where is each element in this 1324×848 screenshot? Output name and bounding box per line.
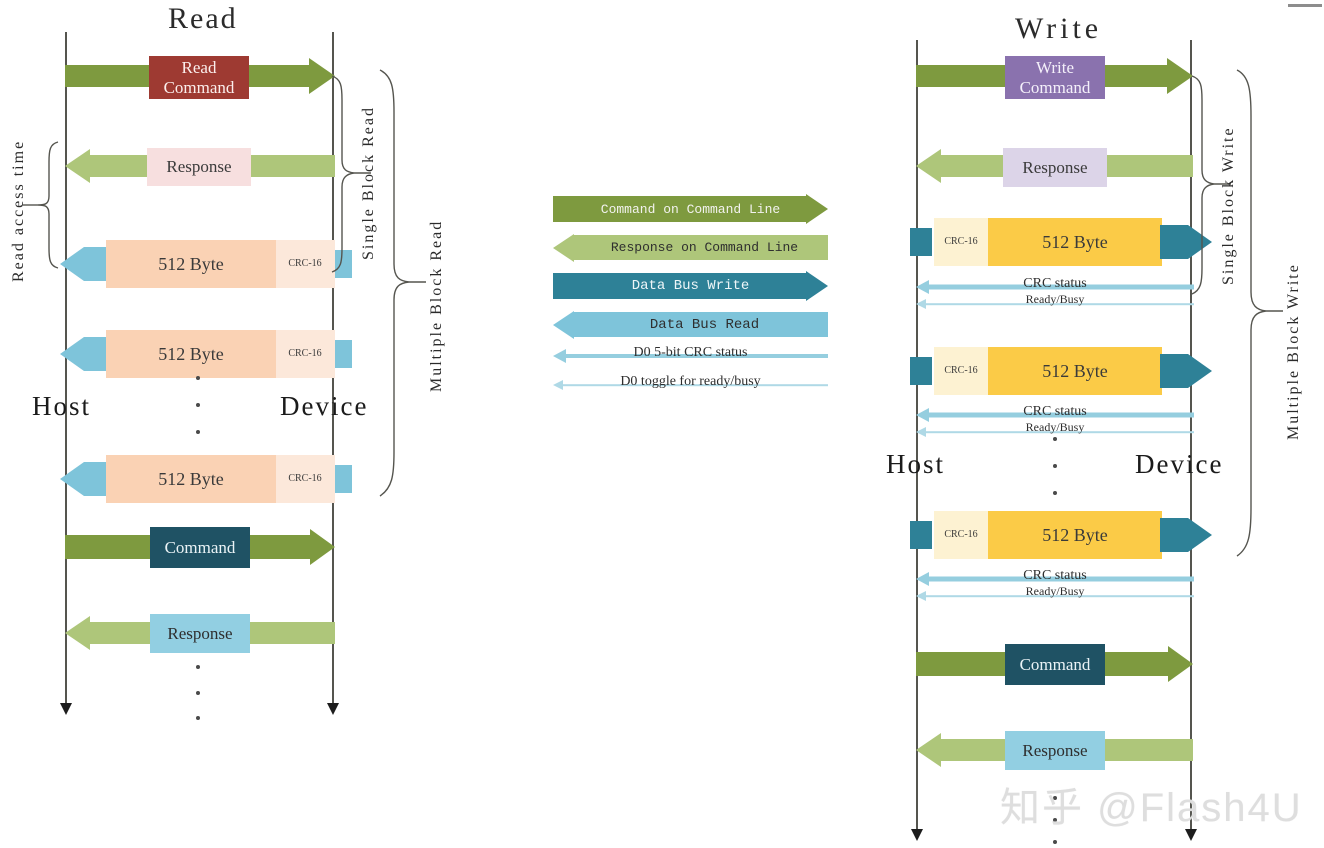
legend-item-d0-crc-status: D0 5-bit CRC status <box>553 345 828 364</box>
read-data-block-n-label: 512 Byte <box>158 468 224 489</box>
legend-label-d0-crc-status: D0 5-bit CRC status <box>633 345 748 360</box>
write-row-stop-command-label: Command <box>1005 644 1105 685</box>
read-data-block-1-crc-label: CRC-16 <box>288 258 322 270</box>
write-data-block-1-bus-tab <box>910 228 932 256</box>
read-data-block-2-label: 512 Byte <box>158 343 224 364</box>
read-row-read-command-label: Read Command <box>149 56 249 99</box>
read-data-block-1-arrow <box>60 247 110 281</box>
legend: Command on Command Line Response on Comm… <box>553 194 833 396</box>
write-row-data-block-n: CRC-16 512 Byte <box>910 511 1212 559</box>
legend-item-response-on-command-line: Response on Command Line <box>553 233 828 262</box>
read-row-response-1-label: Response <box>147 148 251 186</box>
write-data-block-n-crc-label: CRC-16 <box>944 529 978 541</box>
write-middle-ellipsis <box>1053 437 1057 495</box>
legend-item-data-bus-read: Data Bus Read <box>553 310 828 339</box>
read-section: Read Read Command Response CRC-16 512 By… <box>0 0 470 848</box>
write-section-title: Write <box>1015 12 1103 45</box>
write-row-data-block-2: CRC-16 512 Byte <box>910 347 1212 395</box>
read-data-block-1-label: 512 Byte <box>158 253 224 274</box>
legend-label-command-on-command-line: Command on Command Line <box>600 201 781 217</box>
read-data-block-n-bus-tab <box>335 465 352 493</box>
legend-item-d0-toggle-ready-busy: D0 toggle for ready/busy <box>553 374 828 392</box>
write-status-1-ready-busy-label: Ready/Busy <box>1025 292 1085 306</box>
single-block-read-label: Single Block Read <box>360 106 377 260</box>
write-section: Write Write Command Response CRC-16 512 … <box>860 0 1324 848</box>
write-status-1-crc-label: CRC status <box>1023 276 1087 291</box>
read-row-stop-command-label: Command <box>150 527 250 568</box>
legend-item-command-on-command-line: Command on Command Line <box>553 194 828 224</box>
multiple-block-write-brace <box>1235 68 1285 558</box>
legend-label-response-on-command-line: Response on Command Line <box>610 240 799 255</box>
write-row-data-block-1: CRC-16 512 Byte <box>910 218 1212 266</box>
write-row-response-2-label: Response <box>1005 731 1105 770</box>
write-device-actor-label: Device <box>1135 449 1224 479</box>
write-data-block-1-crc-label: CRC-16 <box>944 236 978 248</box>
read-data-block-2-bus-tab <box>335 340 352 368</box>
read-access-time-label: Read access time <box>10 139 27 282</box>
read-bottom-ellipsis <box>196 665 200 720</box>
write-data-block-2-crc-label: CRC-16 <box>944 365 978 377</box>
write-data-block-2-bus-tab <box>910 357 932 385</box>
watermark: 知乎 @Flash4U <box>1000 786 1303 830</box>
write-status-2-ready-busy-label: Ready/Busy <box>1025 420 1085 434</box>
multiple-block-read-label: Multiple Block Read <box>428 219 445 392</box>
write-row-status-2: CRC status Ready/Busy <box>916 404 1198 440</box>
sd-protocol-timing-diagram: Read Read Command Response CRC-16 512 By… <box>0 0 1324 848</box>
multiple-block-write-label: Multiple Block Write <box>1285 263 1302 440</box>
read-data-block-2-arrow <box>60 337 110 371</box>
legend-item-data-bus-write: Data Bus Write <box>553 271 828 301</box>
read-row-data-block-2: CRC-16 512 Byte <box>60 330 352 378</box>
write-data-block-n-bus-tab <box>910 521 932 549</box>
write-status-n-crc-label: CRC status <box>1023 568 1087 583</box>
read-row-response-2-label: Response <box>150 614 250 653</box>
write-data-block-2-arrow <box>1160 354 1212 388</box>
write-row-response-1-label: Response <box>1003 148 1107 187</box>
read-data-block-2-crc-label: CRC-16 <box>288 348 322 360</box>
read-section-title: Read <box>168 2 238 35</box>
write-data-block-n-arrow <box>1160 518 1212 552</box>
read-row-data-block-n: CRC-16 512 Byte <box>60 455 352 503</box>
read-host-actor-label: Host <box>32 391 92 421</box>
write-data-block-n-label: 512 Byte <box>1042 524 1108 545</box>
write-row-status-n: CRC status Ready/Busy <box>916 568 1198 604</box>
write-status-n-ready-busy-label: Ready/Busy <box>1025 584 1085 598</box>
write-row-write-command-label: Write Command <box>1005 56 1105 99</box>
legend-label-d0-toggle-ready-busy: D0 toggle for ready/busy <box>620 374 761 389</box>
write-data-block-1-label: 512 Byte <box>1042 231 1108 252</box>
multiple-block-read-brace <box>378 68 428 498</box>
write-host-actor-label: Host <box>886 449 946 479</box>
legend-label-data-bus-write: Data Bus Write <box>631 278 750 294</box>
read-row-data-block-1: CRC-16 512 Byte <box>60 240 352 288</box>
read-data-block-n-arrow <box>60 462 110 496</box>
read-middle-ellipsis <box>196 376 200 434</box>
read-data-block-n-crc-label: CRC-16 <box>288 473 322 485</box>
write-data-block-2-label: 512 Byte <box>1042 360 1108 381</box>
read-device-actor-label: Device <box>280 391 369 421</box>
write-row-status-1: CRC status Ready/Busy <box>916 276 1198 312</box>
legend-label-data-bus-read: Data Bus Read <box>649 316 760 333</box>
write-status-2-crc-label: CRC status <box>1023 404 1087 419</box>
